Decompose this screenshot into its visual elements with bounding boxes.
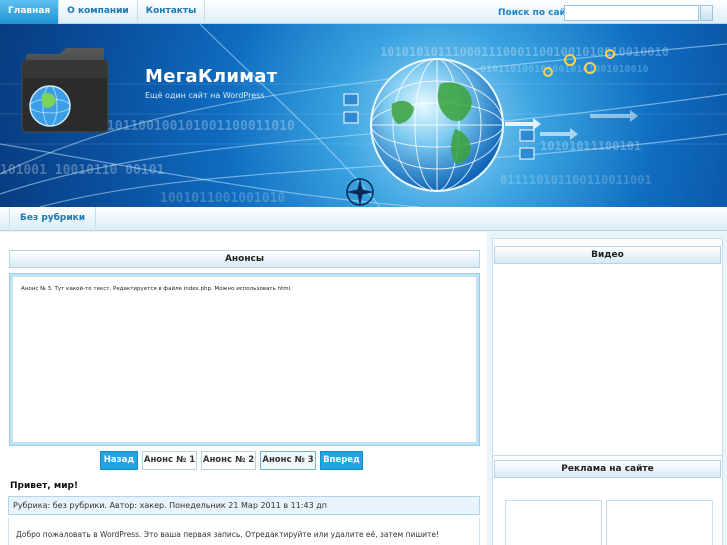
post-meta: Рубрика: без рубрики. Автор: хакер. Поне…: [8, 496, 480, 515]
announcement-tab-1[interactable]: Анонс № 1: [142, 451, 197, 470]
announcement-panel: Анонс № 3. Тут какой-то текст. Редактиру…: [9, 273, 480, 446]
post-title[interactable]: Привет, мир!: [10, 481, 78, 491]
video-widget-title: Видео: [494, 246, 721, 264]
announcement-text: Анонс № 3. Тут какой-то текст. Редактиру…: [21, 286, 292, 292]
header-artwork: 1010101011100011100011001001010010010010…: [0, 24, 727, 207]
menu-item-contacts[interactable]: Контакты: [138, 0, 206, 24]
svg-text:011110101100110011001: 011110101100110011001: [500, 173, 652, 187]
top-navigation-bar: Главная О компании Контакты Поиск по сай…: [0, 0, 727, 24]
announcement-tab-3[interactable]: Анонс № 3: [260, 451, 316, 470]
svg-text:101010101110001110001100100101: 1010101011100011100011001001010010010010: [380, 45, 669, 59]
category-uncategorized[interactable]: Без рубрики: [9, 207, 97, 231]
announcements-title: Анонсы: [9, 250, 480, 268]
ad-slot-2[interactable]: [606, 500, 713, 545]
earth-globe-illustration: [370, 58, 504, 192]
video-widget: [492, 238, 723, 458]
site-tagline: Ещё один сайт на WordPress: [145, 91, 265, 100]
search-input[interactable]: [564, 5, 699, 21]
svg-text:1001011001001010: 1001011001001010: [160, 191, 285, 206]
svg-text:0101101001010010101001010010: 0101101001010010101001010010: [480, 64, 649, 75]
main-menu: Главная О компании Контакты: [0, 0, 206, 24]
search-button[interactable]: [700, 5, 713, 21]
ad-slot-1[interactable]: [505, 500, 602, 545]
announcement-body: Анонс № 3. Тут какой-то текст. Редактиру…: [13, 277, 476, 442]
menu-item-about[interactable]: О компании: [59, 0, 138, 24]
announcement-next-button[interactable]: Вперед: [320, 451, 363, 470]
post-excerpt: Добро пожаловать в WordPress. Это ваша п…: [16, 530, 440, 539]
svg-text:10101011100101: 10101011100101: [540, 139, 641, 153]
header-banner: 1010101011100011100011001001010010010010…: [0, 24, 727, 207]
announcement-tab-2[interactable]: Анонс № 2: [201, 451, 256, 470]
site-title[interactable]: МегаКлимат: [145, 66, 277, 87]
ads-widget-title: Реклама на сайте: [494, 460, 721, 478]
svg-text:101001 10010110 00101: 101001 10010110 00101: [0, 163, 165, 178]
category-bar: Без рубрики: [0, 207, 727, 231]
folder-globe-icon: [21, 48, 109, 133]
announcement-prev-button[interactable]: Назад: [100, 451, 138, 470]
menu-item-home[interactable]: Главная: [0, 0, 60, 24]
